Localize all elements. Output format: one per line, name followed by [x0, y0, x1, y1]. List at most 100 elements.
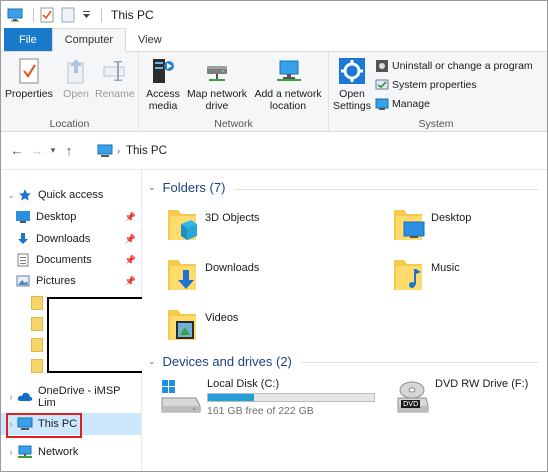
- tab-view[interactable]: View: [126, 28, 174, 51]
- settings-gear-icon: [337, 56, 367, 86]
- nav-documents-label: Documents: [36, 254, 92, 266]
- network-group: Access media Map network drive Add a net…: [139, 52, 329, 132]
- uninstall-label: Uninstall or change a program: [392, 59, 533, 72]
- add-network-location-button[interactable]: Add a network location: [251, 56, 325, 112]
- network-group-label: Network: [214, 118, 253, 130]
- access-media-label: Access media: [146, 88, 180, 112]
- music-folder-icon: [390, 256, 426, 296]
- folders-section-header[interactable]: ⌄ Folders (7): [148, 180, 225, 195]
- nav-pictures-label: Pictures: [36, 275, 76, 287]
- drive-name: Local Disk (C:): [207, 378, 280, 390]
- uninstall-icon: [375, 59, 389, 73]
- map-network-drive-button[interactable]: Map network drive: [183, 56, 251, 112]
- recent-locations-chevron-icon[interactable]: ▾: [47, 141, 59, 161]
- desktop-folder-icon: [390, 206, 426, 246]
- drive-info: Local Disk (C:) 161 GB free of 222 GB: [207, 376, 375, 417]
- network-drive-icon: [202, 56, 232, 86]
- breadcrumb-this-pc[interactable]: This PC: [126, 145, 167, 157]
- folder-label: 3D Objects: [205, 212, 260, 224]
- drive-dvd-rw-f[interactable]: DVD DVD RW Drive (F:): [394, 376, 528, 416]
- manage-icon: [375, 97, 389, 111]
- location-group: Properties Open Rename Location: [1, 52, 139, 132]
- folder-3d-objects[interactable]: 3D Objects: [164, 206, 259, 246]
- rename-icon: [100, 56, 130, 86]
- explorer-window: This PC File Computer View Properties Op…: [0, 0, 548, 472]
- nav-onedrive[interactable]: › OneDrive - iMSP Lim: [1, 385, 141, 409]
- nav-network[interactable]: › Network: [1, 441, 141, 463]
- nav-quick-access-label: Quick access: [38, 189, 104, 201]
- nav-network-label: Network: [38, 446, 79, 458]
- window-title: This PC: [111, 8, 154, 22]
- properties-icon: [14, 56, 44, 86]
- pin-icon[interactable]: 📌: [125, 234, 136, 245]
- add-network-location-label: Add a network location: [254, 88, 322, 112]
- nav-pictures[interactable]: Pictures 📌: [1, 270, 141, 292]
- nav-desktop[interactable]: Desktop 📌: [1, 206, 141, 228]
- documents-icon: [15, 252, 31, 268]
- folders-header-label: Folders (7): [162, 180, 226, 195]
- folder-label: Downloads: [205, 262, 260, 274]
- drives-section-header[interactable]: ⌄ Devices and drives (2): [148, 354, 292, 369]
- expand-chevron-icon[interactable]: ›: [5, 392, 17, 402]
- ribbon: Properties Open Rename Location Access m…: [1, 52, 547, 132]
- nav-onedrive-label: OneDrive - iMSP Lim: [37, 385, 121, 409]
- open-icon: [61, 56, 91, 86]
- open-button[interactable]: Open: [61, 56, 91, 100]
- folder-videos[interactable]: Videos: [164, 306, 238, 346]
- nav-documents[interactable]: Documents 📌: [1, 249, 141, 271]
- forward-arrow-icon[interactable]: →: [27, 141, 47, 161]
- dvd-drive-icon: DVD: [394, 376, 430, 416]
- folder-music[interactable]: Music: [390, 256, 460, 296]
- tab-computer[interactable]: Computer: [51, 28, 127, 52]
- access-media-button[interactable]: Access media: [143, 56, 183, 112]
- properties-label: Properties: [5, 88, 53, 100]
- hard-drive-windows-icon: [160, 376, 202, 416]
- drive-usage-fill: [208, 394, 254, 401]
- content-pane: ⌄ Folders (7) 3D Objects Desktop Downloa…: [142, 170, 547, 471]
- folder-label: Music: [431, 262, 460, 274]
- drive-usage-bar: [207, 393, 375, 402]
- folder-icon: [31, 296, 43, 310]
- section-divider: [302, 362, 539, 363]
- up-arrow-icon[interactable]: ↑: [59, 141, 79, 161]
- desktop-icon: [15, 209, 31, 225]
- system-group: Open Settings Uninstall or change a prog…: [329, 52, 543, 132]
- customize-toolbar-chevron-icon[interactable]: [81, 7, 91, 23]
- open-settings-label: Open Settings: [333, 88, 371, 112]
- pictures-icon: [15, 273, 31, 289]
- properties-check-icon[interactable]: [39, 7, 55, 23]
- folder-downloads[interactable]: Downloads: [164, 256, 259, 296]
- pin-icon[interactable]: 📌: [125, 276, 136, 287]
- collapse-chevron-icon[interactable]: ⌄: [148, 182, 156, 193]
- expand-chevron-icon[interactable]: ›: [5, 447, 17, 457]
- title-bar: This PC: [1, 1, 547, 29]
- manage-button[interactable]: Manage: [375, 95, 430, 112]
- computer-icon[interactable]: [7, 7, 23, 23]
- pin-icon[interactable]: 📌: [125, 212, 136, 223]
- tab-file[interactable]: File: [4, 28, 52, 51]
- folder-label: Videos: [205, 312, 239, 324]
- rename-button[interactable]: Rename: [95, 56, 135, 100]
- drive-local-disk-c[interactable]: Local Disk (C:) 161 GB free of 222 GB: [160, 376, 375, 417]
- location-group-label: Location: [49, 118, 90, 130]
- collapse-chevron-icon[interactable]: ⌄: [148, 356, 156, 367]
- nav-quick-access[interactable]: ⌄ Quick access: [1, 184, 141, 206]
- folder-desktop[interactable]: Desktop: [390, 206, 471, 246]
- folder-label: Desktop: [431, 212, 472, 224]
- open-settings-button[interactable]: Open Settings: [331, 56, 373, 112]
- folder-icon: [31, 359, 43, 373]
- nav-downloads[interactable]: Downloads 📌: [1, 228, 141, 250]
- pin-icon[interactable]: 📌: [125, 255, 136, 266]
- address-field[interactable]: › This PC: [93, 140, 547, 162]
- system-properties-label: System properties: [392, 78, 477, 91]
- new-folder-icon[interactable]: [60, 7, 76, 23]
- drive-free-space: 161 GB free of 222 GB: [207, 405, 314, 417]
- expand-chevron-icon[interactable]: ⌄: [5, 190, 17, 201]
- redaction-box: [47, 297, 145, 373]
- uninstall-program-button[interactable]: Uninstall or change a program: [375, 57, 533, 74]
- navigation-pane: ⌄ Quick access Desktop 📌 Downloads 📌 Doc: [1, 170, 145, 471]
- properties-button[interactable]: Properties: [5, 56, 53, 100]
- cloud-icon: [17, 389, 33, 405]
- back-arrow-icon[interactable]: ←: [7, 141, 27, 161]
- system-properties-button[interactable]: System properties: [375, 76, 477, 93]
